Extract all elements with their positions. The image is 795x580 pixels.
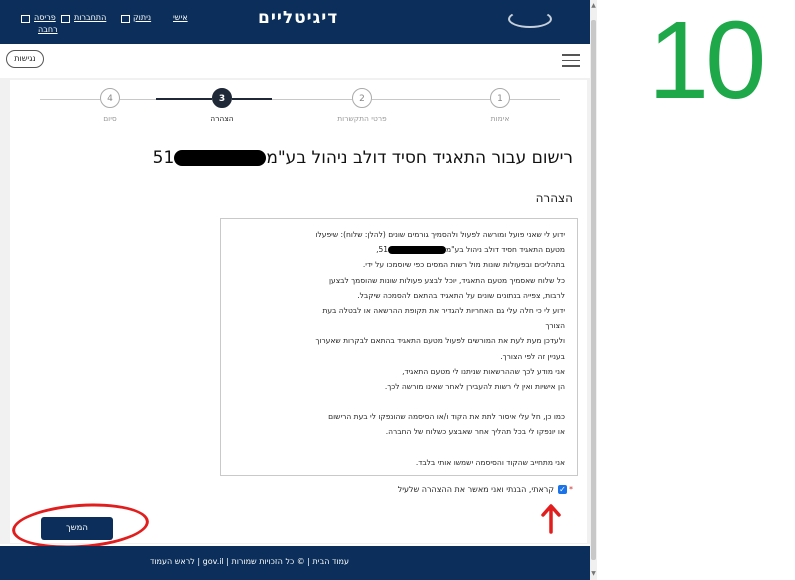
- declaration-line: הן אישיות ואין לי רשות להעבירן לאחר שאינ…: [384, 382, 565, 392]
- expand-link-line2[interactable]: רחבה: [38, 25, 58, 34]
- site-footer: עמוד הבית | © כל הזכויות שמורות | gov.il…: [0, 546, 590, 580]
- declaration-line-part: 51: [378, 245, 388, 255]
- step-label-4: סיום: [103, 114, 117, 123]
- declaration-line: לרבות, צפייה בנתונים שונים על התאגיד בהת…: [357, 290, 565, 300]
- navbar: נגישות: [0, 44, 590, 79]
- declaration-line: או יונפקו לי בכל תהליך אחר שאבצע כשלוח ש…: [385, 427, 565, 437]
- declaration-box[interactable]: ידוע לי שאני פועל ומורשה לפעול ולהסמיך ג…: [220, 218, 578, 476]
- step-label-1: אימות: [490, 114, 510, 123]
- login-link[interactable]: התחברות: [74, 13, 106, 22]
- declaration-text: ידוע לי שאני פועל ומורשה לפעול ולהסמיך ג…: [245, 227, 565, 470]
- declaration-line-part: מטעם התאגיד חסיד דולב ניהול בע"מ: [446, 245, 565, 255]
- declaration-line: ידוע לי שאני פועל ומורשה לפעול ולהסמיך ג…: [315, 230, 565, 239]
- page-title-suffix: 51: [152, 148, 175, 168]
- step-connector: [372, 99, 490, 100]
- annotation-up-arrow-icon: [541, 504, 561, 534]
- consent-label[interactable]: קראתי, הבנתי ואני מאשר את ההצהרה שלעיל: [398, 485, 554, 494]
- expand-link[interactable]: פריסה: [34, 13, 56, 22]
- scrollbar[interactable]: ▲ ▼: [590, 0, 597, 580]
- consent-checkbox[interactable]: ✓: [558, 485, 567, 494]
- step-connector: [272, 99, 352, 100]
- step-connector-active: [232, 98, 272, 100]
- hamburger-menu-icon[interactable]: [562, 54, 580, 68]
- declaration-line: ידוע לי כי חלה עלי גם האחריות להגדיר את …: [322, 306, 565, 316]
- declaration-line: אני מודע לכך שההרשאות שניתנו לי מטעם התא…: [402, 366, 565, 376]
- step-circle-4: 4: [100, 88, 120, 108]
- scrollbar-thumb[interactable]: [591, 20, 596, 560]
- logout-link[interactable]: ניתוק: [133, 13, 151, 22]
- step-label-2: פרטי התקשרות: [337, 114, 387, 123]
- declaration-line: אני מתחייב שהקוד והסיסמה ישמשו אותי בלבד…: [415, 457, 565, 467]
- step-number-overlay: 10: [648, 0, 766, 122]
- section-title: הצהרה: [535, 191, 573, 205]
- registration-card: 1 אימות 2 פרטי התקשרות 3 הצהרה 4 סיום רי…: [10, 80, 587, 543]
- logout-icon: [121, 15, 130, 23]
- personal-link[interactable]: אישי: [173, 13, 188, 22]
- declaration-gap: [245, 440, 565, 455]
- login-icon: [61, 15, 70, 23]
- declaration-line: כל שלוח שאסמיך מטעם התאגיד, יוכל לבצע פע…: [328, 275, 565, 285]
- step-circle-1: 1: [490, 88, 510, 108]
- step-connector: [510, 99, 560, 100]
- expand-icon: [21, 15, 30, 23]
- required-mark: *: [569, 485, 573, 494]
- page-title: רישום עבור התאגיד חסיד דולב ניהול בע"מ 51: [153, 148, 573, 168]
- declaration-line: בעניין זה לפי הצורך.: [500, 351, 565, 361]
- declaration-gap: [245, 394, 565, 409]
- gov-logo: [508, 10, 552, 28]
- accessibility-button[interactable]: נגישות: [6, 50, 44, 68]
- step-connector-active: [156, 98, 212, 100]
- declaration-line: ולעדכן מעת לעת את המורשים לפעול מטעם התא…: [315, 336, 565, 346]
- step-connector: [40, 99, 100, 100]
- declaration-line: הצורך: [545, 321, 565, 331]
- scroll-down-icon[interactable]: ▼: [590, 570, 597, 578]
- site-title: דיגיטליים: [258, 8, 339, 28]
- step-circle-3: 3: [212, 88, 232, 108]
- declaration-line: כמו כן, חל עלי איסור לתת את הקוד ו/או הס…: [328, 412, 565, 422]
- browser-viewport: פריסה רחבה התחברות ניתוק אישי דיגיטליים …: [0, 0, 597, 580]
- footer-links[interactable]: עמוד הבית | © כל הזכויות שמורות | gov.il…: [150, 557, 349, 566]
- redaction-mark: [174, 150, 267, 166]
- redaction-mark: [388, 246, 446, 255]
- scroll-up-icon[interactable]: ▲: [590, 2, 597, 10]
- site-header: פריסה רחבה התחברות ניתוק אישי דיגיטליים: [0, 0, 590, 44]
- consent-row: *✓ קראתי, הבנתי ואני מאשר את ההצהרה שלעיל: [398, 485, 573, 494]
- page-title-text: רישום עבור התאגיד חסיד דולב ניהול בע"מ: [266, 148, 573, 168]
- declaration-line: מטעם התאגיד חסיד דולב ניהול בע"מ51,: [245, 242, 565, 257]
- step-label-3: הצהרה: [210, 114, 234, 123]
- declaration-line: בתהליכים ובפעולות שונות מול רשות המסים כ…: [362, 260, 565, 270]
- step-circle-2: 2: [352, 88, 372, 108]
